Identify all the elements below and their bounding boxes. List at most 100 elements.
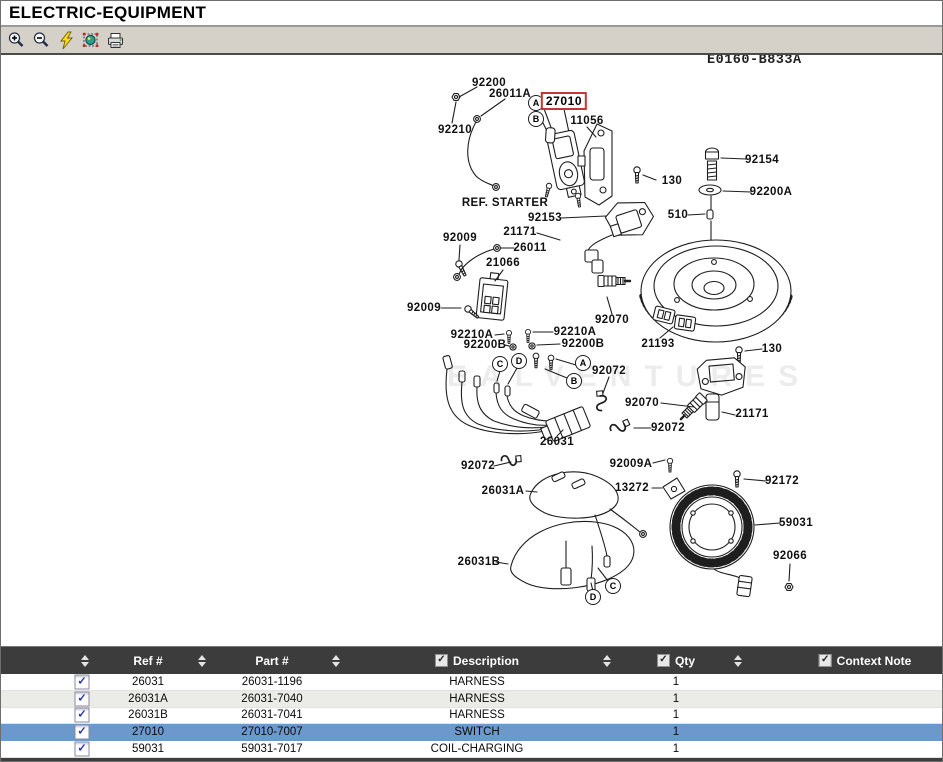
notes-icon[interactable]: ✓ [75, 742, 90, 757]
part-label-92172[interactable]: 92172 [765, 475, 799, 487]
cell-part: 26031-1196 [242, 676, 303, 688]
cell-ref: 26031 [132, 676, 164, 688]
part-label-92072[interactable]: 92072 [592, 365, 626, 377]
cell-qty: 1 [673, 726, 679, 738]
checkbox-desc[interactable]: ✓ [435, 654, 448, 667]
column-header-ref[interactable]: Ref # [133, 654, 162, 668]
notes-icon[interactable]: ✓ [75, 708, 90, 723]
callout-b: B [566, 373, 582, 389]
part-label-92210a[interactable]: 92210A [554, 326, 597, 338]
part-label-26011a[interactable]: 26011A [489, 88, 531, 100]
notes-icon[interactable]: ✓ [75, 691, 90, 706]
table-row-59031[interactable]: ✓ 59031 59031-7017 COIL-CHARGING 1 [0, 741, 943, 758]
cell-desc: COIL-CHARGING [431, 743, 524, 755]
callout-c: C [492, 356, 508, 372]
notes-icon[interactable]: ✓ [75, 725, 90, 740]
part-label-92070[interactable]: 92070 [625, 397, 659, 409]
column-header-qty[interactable]: ✓ Qty [657, 654, 695, 668]
part-label-11056[interactable]: 11056 [570, 115, 603, 127]
part-label-26031b[interactable]: 26031B [458, 556, 501, 568]
part-label-92200b[interactable]: 92200B [464, 339, 507, 351]
part-label-59031[interactable]: 59031 [779, 517, 813, 529]
part-label-26011[interactable]: 26011 [513, 242, 546, 254]
column-label: Part # [255, 654, 288, 668]
part-label-ref-starter[interactable]: REF. STARTER [462, 197, 548, 209]
zoom-in-icon[interactable] [5, 30, 27, 50]
part-label-510[interactable]: 510 [668, 209, 688, 221]
callout-d: D [585, 589, 601, 605]
cell-qty: 1 [673, 743, 679, 755]
part-label-26031a[interactable]: 26031A [482, 485, 525, 497]
part-label-26031[interactable]: 26031 [540, 436, 574, 448]
bottom-bar [0, 758, 943, 762]
page-title: ELECTRIC-EQUIPMENT [0, 0, 943, 23]
part-label-92009a[interactable]: 92009A [610, 458, 653, 470]
diagram-canvas[interactable]: EALVENTURES E0160-B833A 9220026011A92210… [0, 0, 943, 646]
cell-ref: 26031B [128, 709, 168, 721]
column-header-desc[interactable]: ✓ Description [435, 654, 519, 668]
part-label-92070[interactable]: 92070 [595, 314, 629, 326]
diagram-code: E0160-B833A [707, 53, 802, 68]
part-label-92072[interactable]: 92072 [461, 460, 495, 472]
highlighted-part-label-27010[interactable]: 27010 [541, 92, 587, 110]
column-label: Qty [675, 654, 695, 668]
checkbox-qty[interactable]: ✓ [657, 654, 670, 667]
table-row-26031[interactable]: ✓ 26031 26031-1196 HARNESS 1 [0, 674, 943, 691]
column-label: Description [453, 654, 519, 668]
column-header-note[interactable]: ✓ Context Note [819, 654, 912, 668]
column-label: Context Note [837, 654, 912, 668]
cell-part: 59031-7017 [241, 743, 302, 755]
sort-icon[interactable] [603, 655, 611, 667]
callout-d: D [511, 353, 527, 369]
table-row-26031b[interactable]: ✓26031B26031-7041HARNESS1 [0, 708, 943, 725]
column-header-part[interactable]: Part # [255, 654, 288, 668]
part-label-130[interactable]: 130 [762, 343, 782, 355]
part-label-21193[interactable]: 21193 [641, 338, 674, 350]
part-label-21171[interactable]: 21171 [503, 226, 536, 238]
print-icon[interactable] [105, 30, 127, 50]
part-label-92200a[interactable]: 92200A [750, 186, 793, 198]
table-header: Ref # Part # ✓ Description ✓ Qty ✓ Context Note [0, 646, 943, 674]
table-row-26031a[interactable]: ✓ 26031A 26031-7040 HARNESS 1 [0, 691, 943, 708]
part-label-92072[interactable]: 92072 [651, 422, 685, 434]
toolbar [0, 27, 943, 55]
sort-icon[interactable] [81, 655, 89, 667]
checkbox-note[interactable]: ✓ [819, 654, 832, 667]
title-bar: ELECTRIC-EQUIPMENT [0, 0, 943, 27]
pan-select-icon[interactable] [80, 30, 102, 50]
flash-icon[interactable] [55, 30, 77, 50]
zoom-out-icon[interactable] [30, 30, 52, 50]
callout-a: A [575, 355, 591, 371]
table-body: ✓ 26031 26031-1196 HARNESS 1 ✓ 26031A 26031-704… [0, 674, 943, 758]
cell-qty: 1 [673, 693, 679, 705]
sort-icon[interactable] [734, 655, 742, 667]
part-label-130[interactable]: 130 [662, 175, 682, 187]
app-window: EALVENTURES E0160-B833A 9220026011A92210… [0, 0, 943, 762]
part-label-92066[interactable]: 92066 [773, 550, 807, 562]
cell-ref: 59031 [132, 743, 164, 755]
cell-desc: HARNESS [449, 676, 505, 688]
cell-desc: HARNESS [449, 693, 505, 705]
notes-icon[interactable]: ✓ [75, 674, 90, 689]
part-label-13272[interactable]: 13272 [615, 482, 649, 494]
sort-icon[interactable] [332, 655, 340, 667]
part-label-92154[interactable]: 92154 [745, 154, 779, 166]
part-label-92210[interactable]: 92210 [438, 124, 472, 136]
part-label-21171[interactable]: 21171 [735, 408, 768, 420]
cell-qty: 1 [673, 709, 679, 721]
callout-c: C [605, 578, 621, 594]
cell-ref: 26031A [128, 693, 168, 705]
part-label-92200b[interactable]: 92200B [562, 338, 605, 350]
sort-icon[interactable] [198, 655, 206, 667]
parts-table: Ref # Part # ✓ Description ✓ Qty ✓ Context Note… [0, 646, 943, 758]
cell-part: 26031-7041 [241, 709, 302, 721]
part-label-92153[interactable]: 92153 [528, 212, 562, 224]
cell-part: 26031-7040 [241, 693, 302, 705]
table-row-27010[interactable]: ✓2701027010-7007SWITCH1 [0, 724, 943, 741]
column-label: Ref # [133, 654, 162, 668]
cell-desc: SWITCH [454, 726, 499, 738]
part-label-92009[interactable]: 92009 [443, 232, 477, 244]
part-label-21066[interactable]: 21066 [486, 257, 520, 269]
cell-qty: 1 [673, 676, 679, 688]
part-label-92009[interactable]: 92009 [407, 302, 441, 314]
